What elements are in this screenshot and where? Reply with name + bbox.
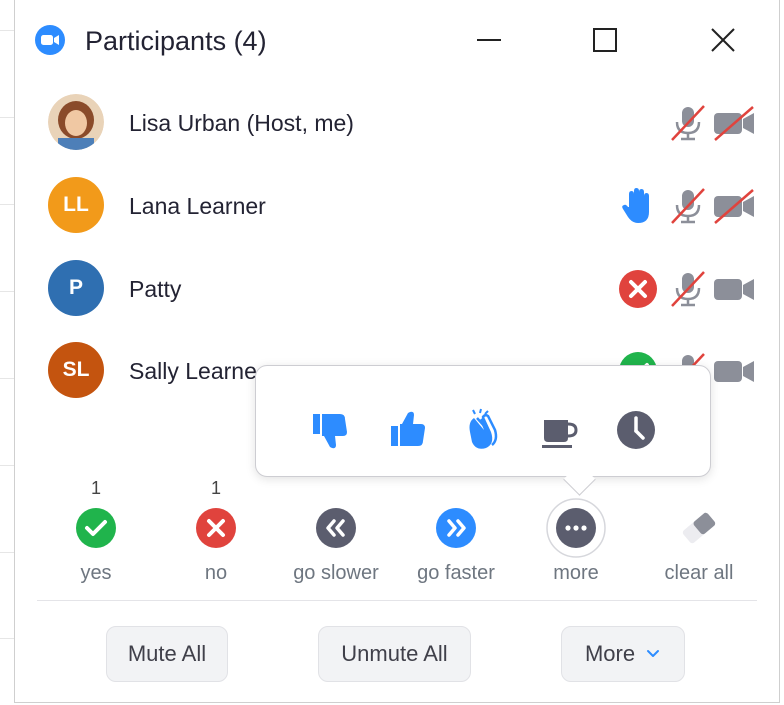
mic-muted-icon[interactable]: [667, 268, 709, 310]
participant-name: Patty: [129, 276, 182, 302]
feedback-label: go faster: [417, 562, 495, 584]
feedback-yes[interactable]: 1 yes: [36, 470, 156, 590]
clap-icon[interactable]: [460, 408, 504, 452]
feedback-label: more: [553, 562, 599, 584]
feedback-go-slower[interactable]: go slower: [276, 470, 396, 590]
avatar: P: [48, 260, 104, 316]
feedback-go-faster[interactable]: go faster: [396, 470, 516, 590]
video-on-icon[interactable]: [713, 350, 755, 392]
divider: [37, 600, 757, 601]
clock-icon[interactable]: [614, 408, 658, 452]
maximize-icon[interactable]: [587, 22, 623, 58]
participant-row[interactable]: LL Lana Learner: [15, 165, 779, 247]
feedback-clear-all[interactable]: clear all: [639, 470, 759, 590]
video-off-icon[interactable]: [713, 102, 755, 144]
feedback-more[interactable]: more: [516, 470, 636, 590]
participant-row[interactable]: P Patty: [15, 248, 779, 330]
feedback-no[interactable]: 1 no: [156, 470, 276, 590]
zoom-app-icon: [35, 25, 65, 55]
avatar: SL: [48, 342, 104, 398]
participants-window: Participants (4) Lisa Urban (Host, me) L…: [14, 0, 780, 703]
no-status-icon: [619, 270, 657, 308]
more-button[interactable]: More: [561, 626, 685, 682]
window-title: Participants (4): [85, 26, 267, 56]
participant-row[interactable]: Lisa Urban (Host, me): [15, 82, 779, 164]
participant-name: Sally Learne: [129, 358, 257, 384]
participant-name: Lana Learner: [129, 193, 266, 219]
avatar-photo: [48, 94, 104, 150]
thumbs-up-icon[interactable]: [386, 408, 430, 452]
avatar: LL: [48, 177, 104, 233]
feedback-count: 1: [210, 478, 221, 498]
thumbs-down-icon[interactable]: [308, 408, 352, 452]
eraser-icon: [682, 512, 716, 544]
more-icon: [546, 498, 606, 558]
more-button-label: More: [584, 641, 636, 666]
rewind-icon: [316, 508, 356, 548]
raised-hand-icon: [622, 188, 649, 223]
feedback-label: yes: [80, 562, 112, 584]
title-bar: Participants (4): [15, 0, 779, 84]
mic-muted-icon[interactable]: [667, 102, 709, 144]
close-icon[interactable]: [705, 22, 741, 58]
mic-muted-icon[interactable]: [667, 185, 709, 227]
video-on-icon[interactable]: [713, 268, 755, 310]
reaction-popup: [255, 365, 711, 477]
fast-forward-icon: [436, 508, 476, 548]
mute-all-button[interactable]: Mute All: [106, 626, 228, 682]
feedback-label: no: [204, 562, 228, 584]
feedback-label: clear all: [664, 562, 734, 584]
x-icon: [196, 508, 236, 548]
unmute-all-button[interactable]: Unmute All: [318, 626, 471, 682]
video-off-icon[interactable]: [713, 185, 755, 227]
feedback-label: go slower: [293, 562, 379, 584]
chevron-down-icon: [647, 650, 660, 657]
feedback-count: 1: [90, 478, 101, 498]
participant-name: Lisa Urban (Host, me): [129, 110, 354, 136]
minimize-icon[interactable]: [471, 22, 507, 58]
check-icon: [76, 508, 116, 548]
coffee-icon[interactable]: [538, 408, 582, 452]
